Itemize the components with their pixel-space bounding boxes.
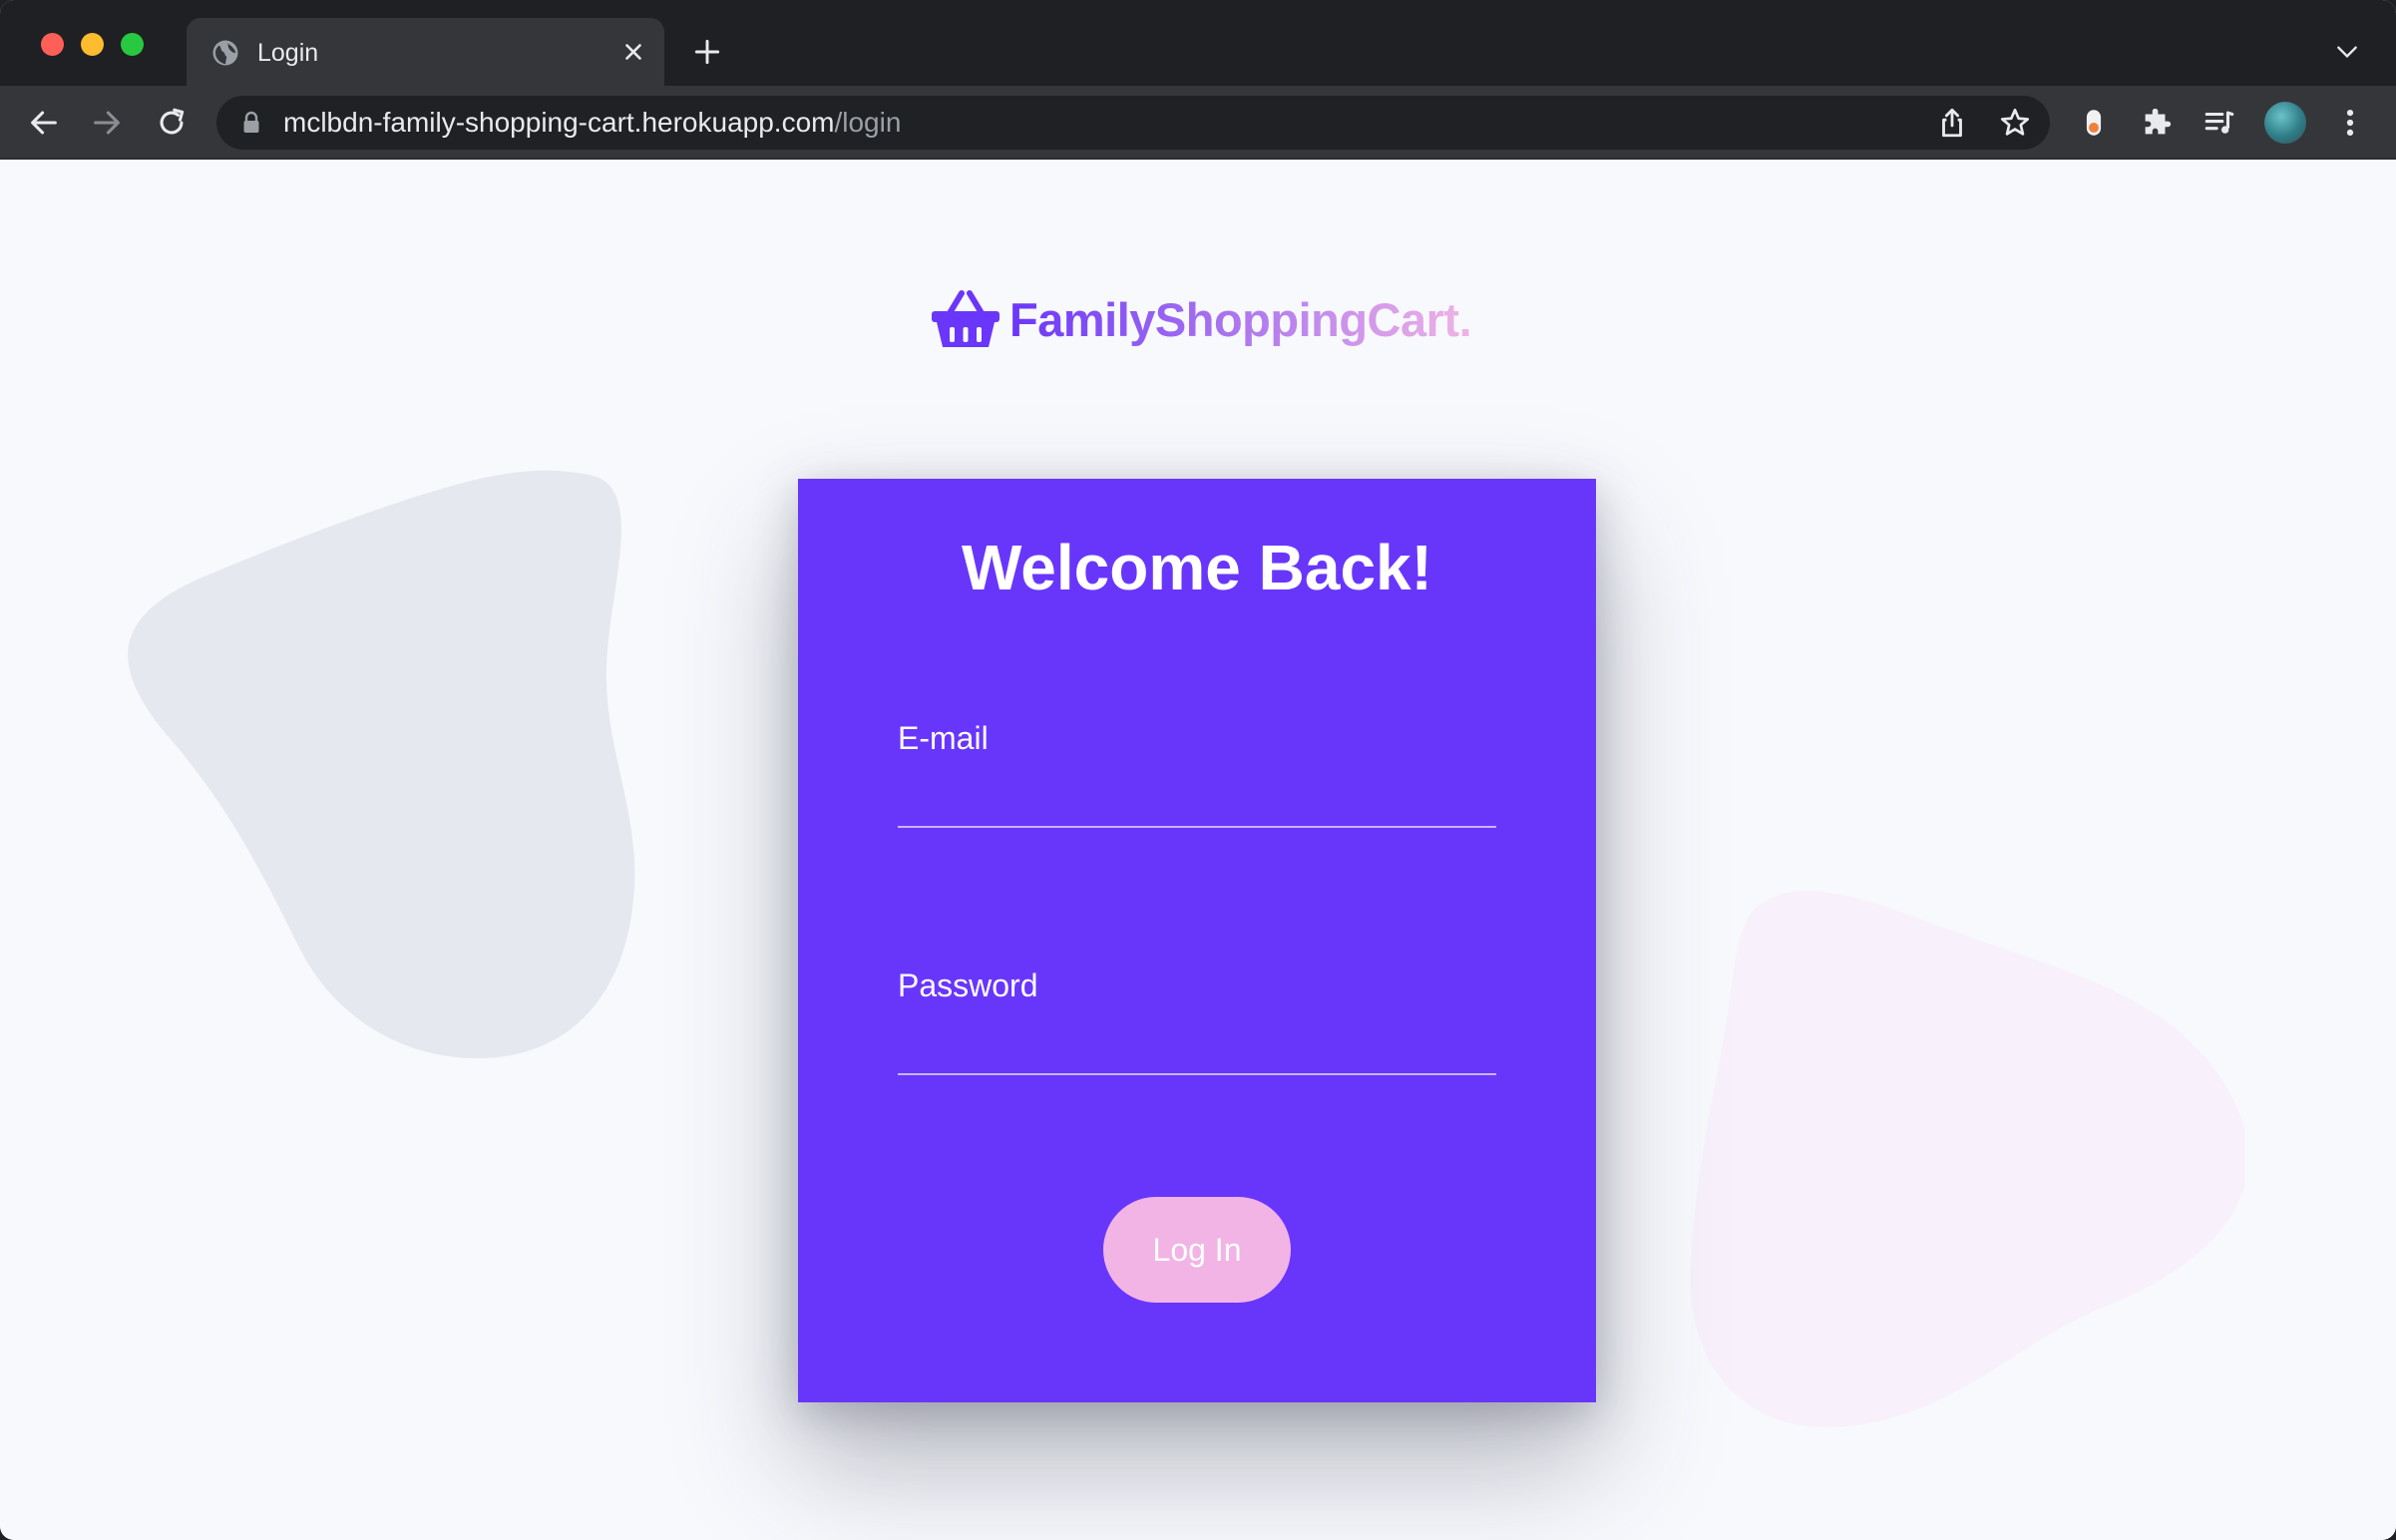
reload-icon[interactable]	[155, 106, 189, 140]
browser-toolbar: mclbdn-family-shopping-cart.herokuapp.co…	[0, 86, 2396, 160]
minimize-window-button[interactable]	[81, 33, 104, 56]
decorative-blob-right	[1690, 891, 2244, 1427]
login-card: Welcome Back! E-mail Password Log In	[798, 479, 1596, 1402]
arrow-left-icon[interactable]	[27, 106, 61, 140]
globe-icon	[212, 40, 238, 66]
kebab-menu-icon[interactable]	[2333, 106, 2367, 140]
email-field[interactable]	[898, 778, 1496, 828]
share-icon[interactable]	[1935, 106, 1969, 140]
brand-name: FamilyShoppingCart.	[1009, 292, 1472, 346]
tab-login[interactable]: Login	[187, 18, 664, 86]
page-content: FamilyShoppingCart. Welcome Back! E-mail…	[0, 160, 2396, 1540]
tab-search-chevron-icon[interactable]	[2334, 42, 2360, 62]
extension-toggle-icon[interactable]	[2077, 106, 2111, 140]
login-button[interactable]: Log In	[1103, 1197, 1291, 1303]
new-tab-icon[interactable]	[691, 36, 723, 68]
url-host: mclbdn-family-shopping-cart.herokuapp.co…	[283, 107, 835, 138]
password-label: Password	[898, 967, 1038, 1003]
url-text[interactable]: mclbdn-family-shopping-cart.herokuapp.co…	[283, 108, 901, 138]
star-icon[interactable]	[1998, 106, 2032, 140]
media-list-icon[interactable]	[2202, 106, 2236, 140]
login-title: Welcome Back!	[962, 532, 1432, 603]
shopping-basket-icon	[932, 290, 999, 347]
browser-window: Login mclbdn-family-shopping-cart.heroku…	[0, 0, 2396, 1540]
arrow-right-icon[interactable]	[90, 106, 124, 140]
password-field[interactable]	[898, 1025, 1496, 1075]
puzzle-icon[interactable]	[2140, 106, 2174, 140]
maximize-window-button[interactable]	[121, 33, 144, 56]
email-label: E-mail	[898, 720, 989, 756]
tab-strip: Login	[0, 0, 2396, 86]
profile-avatar[interactable]	[2264, 102, 2306, 144]
url-path: /login	[834, 107, 902, 138]
tab-title: Login	[257, 39, 319, 67]
brand-logo[interactable]: FamilyShoppingCart.	[930, 287, 1472, 351]
address-bar[interactable]: mclbdn-family-shopping-cart.herokuapp.co…	[216, 96, 2050, 150]
lock-icon[interactable]	[242, 111, 260, 135]
close-tab-icon[interactable]	[620, 39, 646, 65]
close-window-button[interactable]	[41, 33, 64, 56]
decorative-blob-left	[128, 470, 635, 1059]
